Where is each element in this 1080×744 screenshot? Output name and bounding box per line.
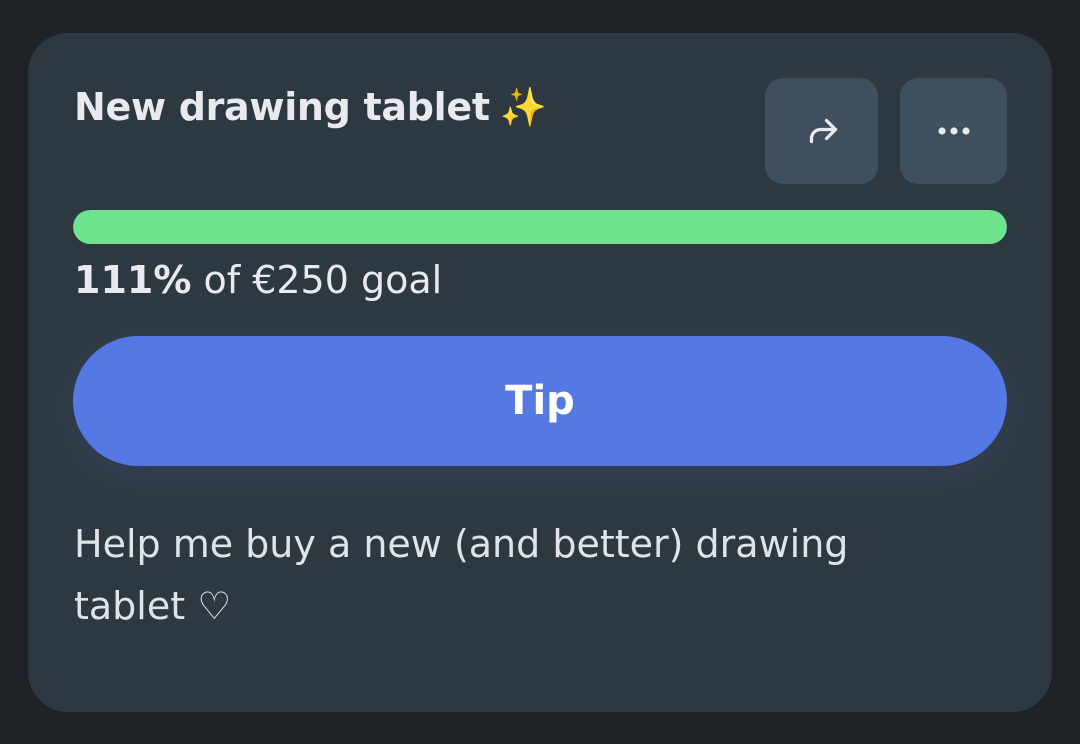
goal-title-text: New drawing tablet (74, 85, 490, 129)
sparkles-icon: ✨ (499, 85, 547, 129)
goal-progress-bar (73, 210, 1007, 244)
goal-description: Help me buy a new (and better) drawing t… (74, 522, 849, 628)
tip-button[interactable]: Tip (73, 336, 1007, 466)
goal-progress-fill (73, 210, 1007, 244)
more-options-button[interactable] (900, 78, 1007, 184)
more-dots-icon (937, 127, 970, 135)
goal-percent: 111% (74, 258, 192, 302)
goal-title: New drawing tablet ✨ (74, 85, 547, 130)
goal-progress-text: 111% of €250 goal (74, 258, 442, 302)
goal-amount: of €250 goal (191, 258, 443, 302)
share-button[interactable] (765, 78, 878, 184)
goal-card: New drawing tablet ✨ 111% of €250 goal Ti… (28, 33, 1052, 712)
share-arrow-icon (809, 118, 837, 144)
